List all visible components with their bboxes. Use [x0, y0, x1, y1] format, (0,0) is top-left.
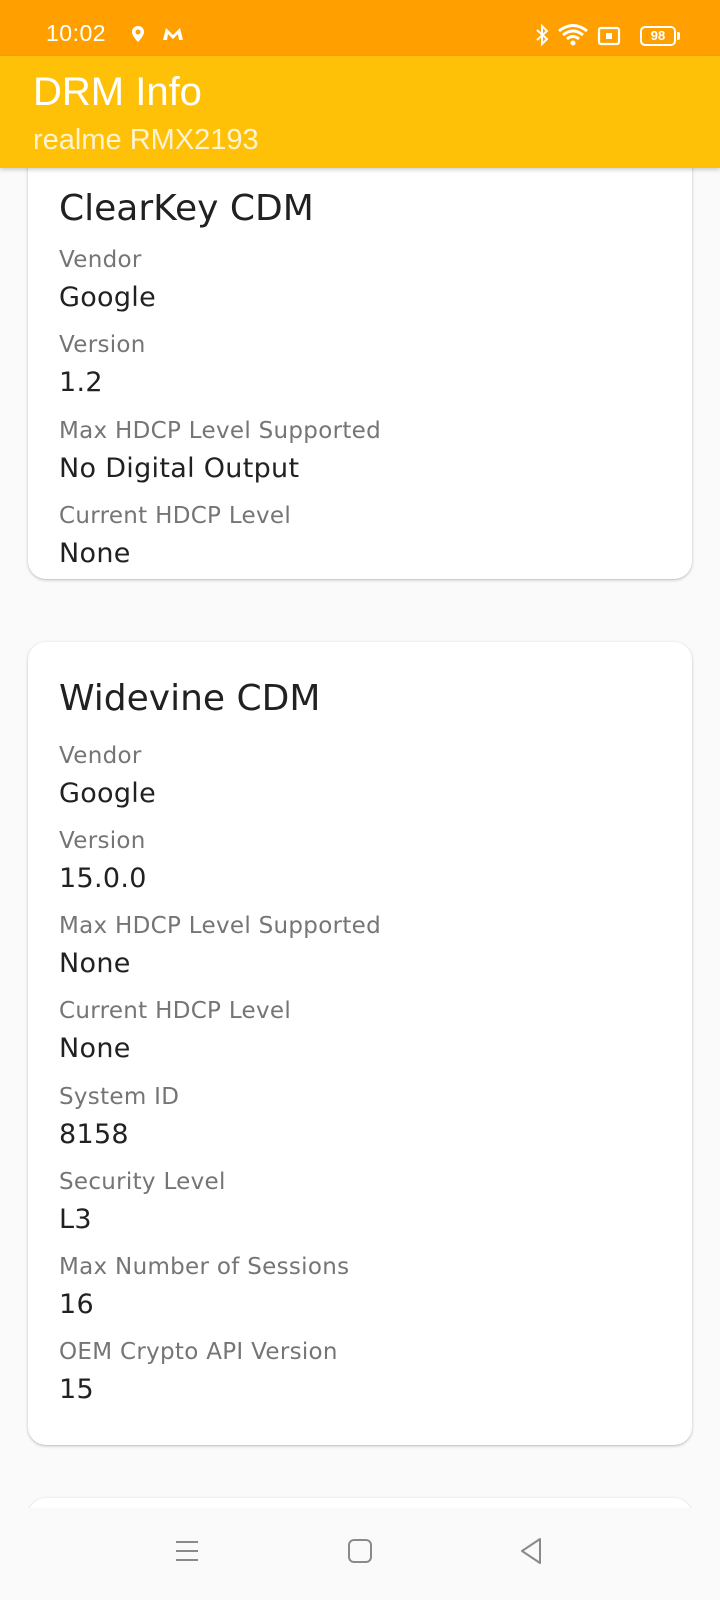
clearkey-cdm-card: ClearKey CDM Vendor Google Version 1.2 M…: [28, 168, 692, 579]
property-value: Google: [59, 282, 157, 313]
property-value: None: [59, 948, 131, 979]
property-value: None: [59, 1033, 131, 1064]
property-max-sessions: Max Number of Sessions 16: [59, 1253, 349, 1325]
drm-info-list[interactable]: ClearKey CDM Vendor Google Version 1.2 M…: [0, 168, 720, 1508]
property-label: Max Number of Sessions: [59, 1254, 350, 1280]
property-label: Max HDCP Level Supported: [59, 418, 382, 444]
status-time: 10:02: [46, 20, 107, 46]
property-label: Max HDCP Level Supported: [59, 913, 382, 939]
navigation-bar: [0, 1508, 720, 1600]
home-icon[interactable]: [347, 1536, 373, 1566]
property-value: 15: [59, 1374, 94, 1405]
battery-icon: 98: [640, 26, 680, 46]
app-subtitle: realme RMX2193: [33, 124, 259, 156]
property-label: Vendor: [59, 247, 142, 273]
property-label: Vendor: [59, 743, 142, 769]
bluetooth-icon: [536, 23, 549, 47]
app-notification-icon: [163, 28, 183, 40]
property-version: Version 15.0.0: [59, 827, 147, 899]
property-oem-crypto-api-version: OEM Crypto API Version 15: [59, 1338, 338, 1410]
property-label: Version: [59, 828, 146, 854]
property-label: Version: [59, 332, 146, 358]
property-value: No Digital Output: [59, 453, 300, 484]
property-max-hdcp-level: Max HDCP Level Supported No Digital Outp…: [59, 417, 381, 489]
property-max-hdcp-level: Max HDCP Level Supported None: [59, 912, 381, 984]
property-label: OEM Crypto API Version: [59, 1339, 338, 1365]
menu-icon[interactable]: [174, 1536, 200, 1566]
property-value: 16: [59, 1289, 94, 1320]
property-value: 1.2: [59, 367, 103, 398]
next-card: [28, 1498, 692, 1508]
property-label: Current HDCP Level: [59, 998, 292, 1024]
property-label: Security Level: [59, 1169, 226, 1195]
property-value: 8158: [59, 1119, 129, 1150]
property-value: L3: [59, 1204, 92, 1235]
property-security-level: Security Level L3: [59, 1168, 226, 1240]
property-value: None: [59, 538, 131, 569]
property-system-id: System ID 8158: [59, 1083, 179, 1155]
property-value: Google: [59, 778, 157, 809]
card-title: Widevine CDM: [59, 678, 321, 719]
wifi-icon: [558, 24, 588, 46]
app-title: DRM Info: [33, 70, 202, 114]
property-vendor: Vendor Google: [59, 246, 156, 318]
app-bar: DRM Info realme RMX2193: [0, 56, 720, 168]
property-label: Current HDCP Level: [59, 503, 292, 529]
property-vendor: Vendor Google: [59, 742, 156, 814]
card-title: ClearKey CDM: [59, 188, 314, 229]
property-label: System ID: [59, 1084, 180, 1110]
property-version: Version 1.2: [59, 331, 146, 403]
cast-icon: [597, 26, 621, 46]
widevine-cdm-card: Widevine CDM Vendor Google Version 15.0.…: [28, 642, 692, 1445]
property-value: 15.0.0: [59, 863, 147, 894]
location-icon: [132, 26, 144, 42]
property-current-hdcp-level: Current HDCP Level None: [59, 502, 291, 574]
back-icon[interactable]: [518, 1536, 544, 1566]
status-bar: 10:02 98: [0, 0, 720, 56]
property-current-hdcp-level: Current HDCP Level None: [59, 997, 291, 1069]
